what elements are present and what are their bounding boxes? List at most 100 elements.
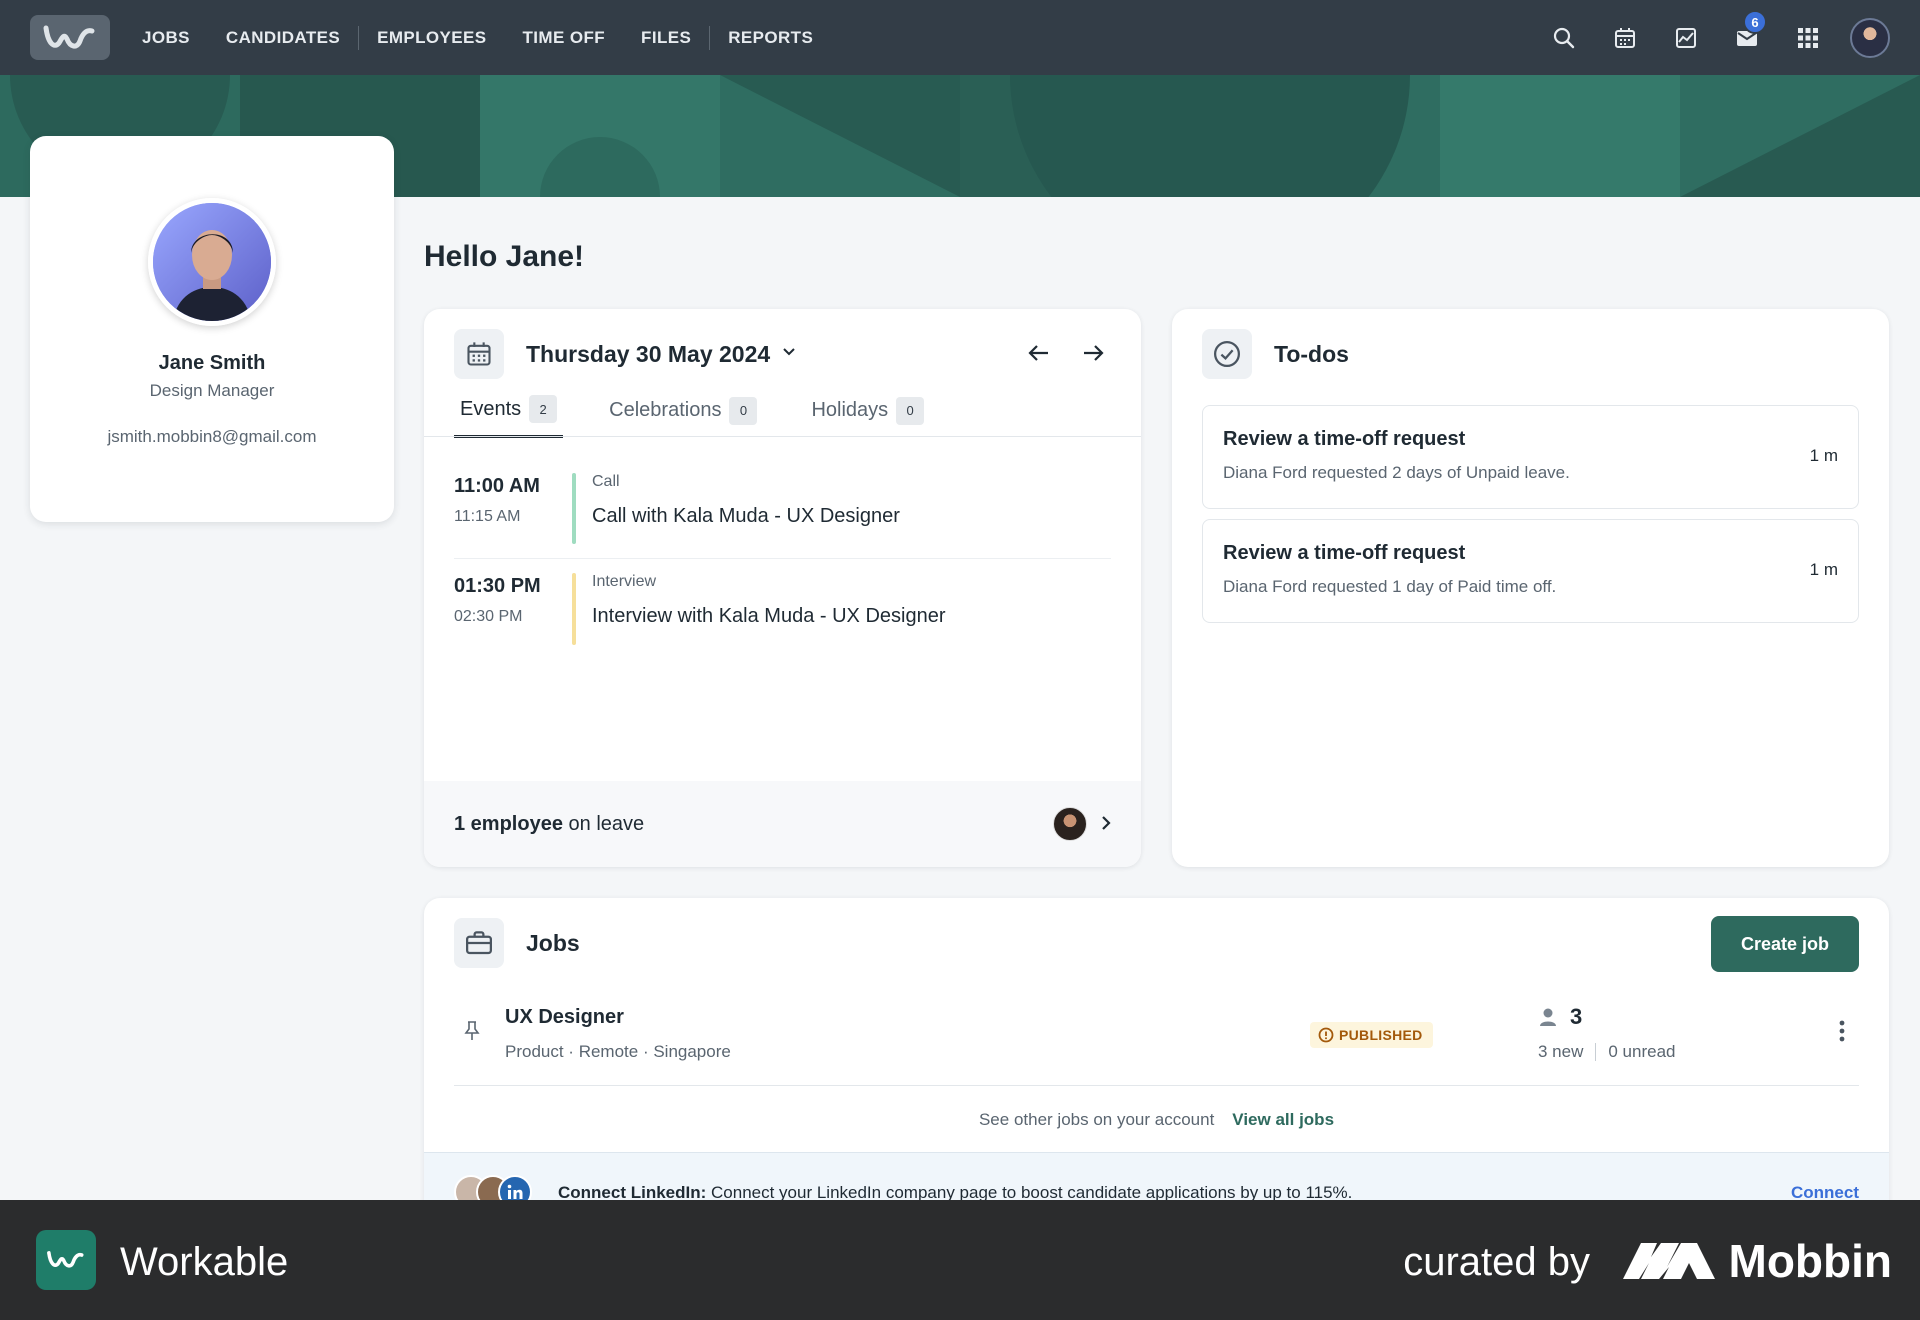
event-end: 02:30 PM — [454, 608, 523, 625]
employees-on-leave[interactable]: 1 employee on leave — [424, 781, 1141, 867]
nav-reports[interactable]: REPORTS — [710, 28, 831, 48]
divider — [1595, 1043, 1597, 1061]
todo-title: Review a time-off request — [1223, 428, 1466, 450]
other-jobs-row: See other jobs on your account View all j… — [424, 1110, 1889, 1130]
alert-circle-icon — [1318, 1027, 1334, 1043]
profile-role: Design Manager — [149, 381, 275, 400]
event-body: Interview Interview with Kala Muda - UX … — [592, 559, 945, 659]
arrow-right-icon[interactable] — [1081, 341, 1105, 370]
calendar-navigation — [1027, 341, 1105, 370]
apps-grid-icon[interactable] — [1777, 0, 1838, 75]
branding-bar: Workable curated by Mobbin — [0, 1200, 1920, 1320]
calendar-icon[interactable] — [1594, 0, 1655, 75]
calendar-icon — [454, 329, 504, 379]
briefcase-icon — [454, 918, 504, 968]
profile-email: jsmith.mobbin8@gmail.com — [107, 427, 317, 446]
event-title: Interview with Kala Muda - UX Designer — [592, 605, 946, 627]
pin-icon[interactable] — [464, 1020, 480, 1047]
profile-name: Jane Smith — [158, 352, 266, 374]
profile-card: Jane Smith Design Manager jsmith.mobbin8… — [30, 136, 394, 522]
mobbin-logo-icon — [1622, 1243, 1715, 1279]
todo-age: 1 m — [1809, 560, 1838, 579]
event-color-bar — [572, 473, 576, 544]
nav-time-off[interactable]: TIME OFF — [505, 28, 624, 48]
page-greeting: Hello Jane! — [424, 240, 585, 273]
event-list: 11:00 AM 11:15 AM Call Call with Kala Mu… — [454, 459, 1111, 659]
todo-description: Diana Ford requested 1 day of Paid time … — [1223, 577, 1557, 596]
calendar-date[interactable]: Thursday 30 May 2024 — [526, 341, 770, 368]
event-type: Call — [592, 473, 620, 490]
user-avatar[interactable] — [1850, 17, 1890, 58]
chevron-right-icon[interactable] — [1099, 813, 1113, 838]
calendar-header: Thursday 30 May 2024 — [454, 329, 796, 379]
todos-card: To-dos Review a time-off request Diana F… — [1172, 309, 1889, 867]
tab-count: 2 — [529, 395, 558, 423]
workable-app-icon — [36, 1230, 96, 1290]
todo-title: Review a time-off request — [1223, 542, 1466, 564]
event-body: Call Call with Kala Muda - UX Designer — [592, 459, 900, 558]
job-title[interactable]: UX Designer — [505, 1006, 624, 1029]
candidate-count[interactable]: 3 — [1538, 1004, 1582, 1030]
todos-header: To-dos — [1202, 329, 1349, 379]
todo-description: Diana Ford requested 2 days of Unpaid le… — [1223, 463, 1570, 482]
arrow-left-icon[interactable] — [1027, 341, 1051, 370]
nav-links: JOBS CANDIDATES EMPLOYEES TIME OFF FILES… — [124, 25, 831, 50]
more-options-icon[interactable] — [1839, 1020, 1845, 1047]
event-type: Interview — [592, 573, 657, 590]
person-icon — [1540, 1008, 1556, 1026]
event-item[interactable]: 11:00 AM 11:15 AM Call Call with Kala Mu… — [454, 459, 1111, 559]
event-time: 01:30 PM 02:30 PM — [454, 559, 572, 659]
todo-item[interactable]: Review a time-off request Diana Ford req… — [1202, 405, 1859, 509]
status-badge: PUBLISHED — [1310, 1022, 1433, 1048]
tab-label: Holidays — [811, 399, 889, 421]
employee-avatar — [1053, 807, 1087, 841]
tab-count: 0 — [729, 396, 758, 425]
candidate-count-value: 3 — [1570, 1004, 1583, 1029]
mail-count-badge: 6 — [1743, 10, 1767, 34]
app-name: Workable — [120, 1240, 289, 1284]
job-row: UX Designer Product · Remote · Singapore… — [454, 998, 1859, 1086]
new-candidates[interactable]: 3 new — [1538, 1042, 1583, 1062]
nav-candidates[interactable]: CANDIDATES — [208, 28, 358, 48]
workable-logo[interactable] — [30, 15, 110, 60]
todo-age: 1 m — [1809, 446, 1838, 465]
view-all-jobs-link[interactable]: View all jobs — [1232, 1110, 1334, 1129]
on-leave-text: 1 employee on leave — [454, 813, 644, 836]
event-time: 11:00 AM 11:15 AM — [454, 459, 572, 558]
tab-label: Events — [460, 397, 522, 420]
job-meta: Product · Remote · Singapore — [505, 1042, 731, 1061]
curated-by-label: curated by — [1403, 1240, 1590, 1284]
other-jobs-text: See other jobs on your account — [978, 1110, 1215, 1129]
event-color-bar — [572, 573, 576, 645]
event-item[interactable]: 01:30 PM 02:30 PM Interview Interview wi… — [454, 559, 1111, 659]
tab-label: Celebrations — [609, 399, 722, 421]
unread-candidates[interactable]: 0 unread — [1608, 1042, 1675, 1062]
jobs-header: Jobs — [454, 918, 580, 968]
check-circle-icon — [1202, 329, 1252, 379]
nav-actions: 6 — [1533, 0, 1890, 75]
jobs-title: Jobs — [526, 929, 580, 956]
calendar-card: Thursday 30 May 2024 Events 2 Celebratio… — [424, 309, 1141, 867]
on-leave-label: on leave — [562, 812, 645, 835]
create-job-button[interactable]: Create job — [1711, 916, 1859, 972]
event-end: 11:15 AM — [454, 508, 521, 525]
tabs-divider — [424, 436, 1141, 437]
mobbin-logo: Mobbin — [1622, 1234, 1892, 1288]
on-leave-count: 1 employee — [454, 812, 563, 835]
status-label: PUBLISHED — [1339, 1027, 1423, 1043]
nav-employees[interactable]: EMPLOYEES — [359, 28, 504, 48]
todos-title: To-dos — [1274, 340, 1349, 367]
chevron-down-icon[interactable] — [782, 345, 796, 364]
tab-events[interactable]: Events 2 — [454, 395, 564, 438]
profile-photo[interactable] — [148, 198, 276, 326]
tab-holidays[interactable]: Holidays 0 — [805, 395, 930, 438]
todo-item[interactable]: Review a time-off request Diana Ford req… — [1202, 519, 1859, 623]
mail-icon[interactable]: 6 — [1716, 0, 1777, 75]
nav-jobs[interactable]: JOBS — [124, 28, 208, 48]
analytics-icon[interactable] — [1655, 0, 1716, 75]
tab-celebrations[interactable]: Celebrations 0 — [603, 395, 763, 438]
workable-logo-icon — [43, 25, 95, 48]
nav-files[interactable]: FILES — [623, 28, 709, 48]
search-icon[interactable] — [1533, 0, 1594, 75]
candidate-stats: 3 new 0 unread — [1538, 1042, 1676, 1062]
